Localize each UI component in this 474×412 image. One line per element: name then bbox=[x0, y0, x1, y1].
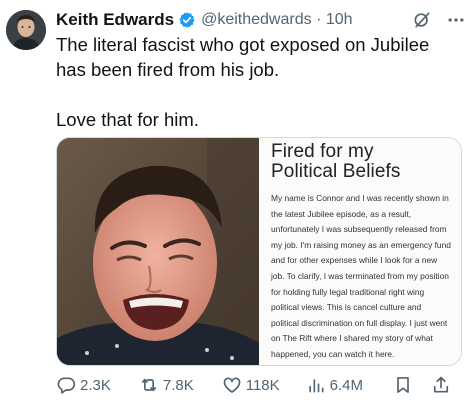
views-icon bbox=[306, 375, 330, 395]
retweet-button[interactable]: 7.8K bbox=[139, 375, 194, 395]
fundraiser-title: Fired for my Political Beliefs bbox=[271, 141, 401, 182]
retweet-icon bbox=[139, 375, 163, 395]
author-name[interactable]: Keith Edwards bbox=[56, 10, 174, 30]
grok-icon[interactable] bbox=[412, 10, 432, 30]
tweet-text-line: The literal fascist who got exposed on J… bbox=[56, 34, 430, 55]
author-handle[interactable]: @keithedwards · 10h bbox=[201, 11, 352, 29]
bookmark-button[interactable] bbox=[393, 375, 417, 395]
tweet-text-line: has been fired from his job. bbox=[56, 59, 280, 80]
like-icon bbox=[222, 375, 246, 395]
more-icon[interactable] bbox=[446, 10, 466, 30]
share-icon bbox=[431, 375, 455, 395]
views-button[interactable]: 6.4M bbox=[306, 375, 363, 395]
tweet-media[interactable]: Fired for my Political Beliefs My name i… bbox=[56, 137, 462, 366]
verified-badge-icon bbox=[178, 11, 196, 29]
tweet-time: 10h bbox=[325, 11, 353, 28]
tweet-text: The literal fascist who got exposed on J… bbox=[56, 32, 461, 132]
share-button[interactable] bbox=[431, 375, 455, 395]
like-count: 118K bbox=[245, 376, 280, 394]
like-button[interactable]: 118K bbox=[222, 375, 280, 395]
media-photo[interactable] bbox=[57, 138, 259, 365]
tweet-header: Keith Edwards @keithedwards · 10h bbox=[56, 8, 466, 32]
reply-icon bbox=[56, 375, 80, 395]
fundraiser-panel: Fired for my Political Beliefs My name i… bbox=[259, 138, 461, 365]
reply-button[interactable]: 2.3K bbox=[56, 375, 111, 395]
fundraiser-description: My name is Connor and I was recently sho… bbox=[271, 193, 451, 359]
avatar[interactable] bbox=[6, 10, 46, 50]
bookmark-icon bbox=[393, 375, 417, 395]
tweet-actions: 2.3K 7.8K 118K 6.4M bbox=[56, 372, 468, 398]
retweet-count: 7.8K bbox=[162, 376, 194, 394]
views-count: 6.4M bbox=[329, 376, 363, 394]
tweet-text-line: Love that for him. bbox=[56, 109, 199, 130]
reply-count: 2.3K bbox=[80, 376, 111, 394]
